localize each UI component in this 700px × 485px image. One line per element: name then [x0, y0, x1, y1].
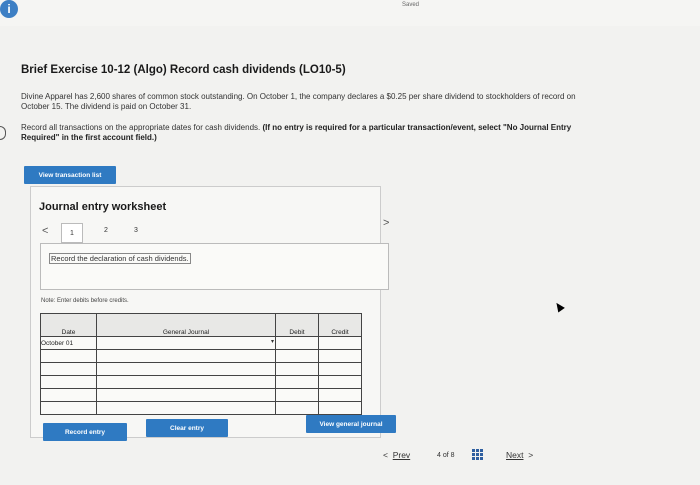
table-row [40, 362, 362, 376]
table-row: October 01 ▾ [40, 336, 362, 350]
column-header-general-journal: General Journal [96, 313, 276, 337]
debit-field[interactable] [275, 362, 319, 376]
tab-2[interactable]: 2 [104, 227, 108, 234]
info-icon[interactable]: i [0, 0, 18, 18]
account-select[interactable]: ▾ [96, 336, 276, 350]
top-bar [0, 0, 700, 26]
tab-3[interactable]: 3 [134, 227, 138, 234]
column-header-debit: Debit [275, 313, 319, 337]
credit-field[interactable] [318, 349, 362, 363]
journal-table: Date General Journal Debit Credit Octobe… [40, 313, 362, 415]
account-select[interactable] [96, 375, 276, 389]
chevron-right-icon[interactable]: > [383, 217, 389, 229]
instruction-box [40, 243, 389, 290]
chevron-down-icon[interactable]: ▾ [271, 338, 274, 345]
page-indicator: 4 of 8 [437, 452, 455, 459]
instructions-plain: Record all transactions on the appropria… [21, 123, 263, 132]
page-total: 8 [450, 452, 455, 459]
chevron-left-icon[interactable]: < [42, 225, 48, 237]
table-row [40, 388, 362, 402]
chevron-right-icon: > [528, 450, 534, 460]
mouse-cursor-icon [553, 300, 565, 313]
column-header-date: Date [40, 313, 97, 337]
worksheet-title: Journal entry worksheet [39, 201, 167, 213]
credit-field[interactable] [318, 401, 362, 415]
question-marker-icon [0, 126, 6, 140]
date-field[interactable] [40, 349, 97, 363]
table-row [40, 349, 362, 363]
date-field[interactable] [40, 375, 97, 389]
date-field[interactable] [40, 388, 97, 402]
page-of: of [442, 452, 449, 459]
account-select[interactable] [96, 349, 276, 363]
next-button[interactable]: Next > [506, 450, 533, 460]
credit-field[interactable] [318, 336, 362, 350]
column-header-credit: Credit [318, 313, 362, 337]
saved-status: Saved [402, 2, 420, 8]
view-transaction-list-button[interactable]: View transaction list [24, 166, 116, 184]
account-select[interactable] [96, 388, 276, 402]
debit-field[interactable] [275, 336, 319, 350]
record-entry-button[interactable]: Record entry [43, 423, 127, 441]
prev-label: Prev [392, 450, 411, 460]
credit-field[interactable] [318, 388, 362, 402]
account-select[interactable] [96, 362, 276, 376]
worksheet-instruction: Record the declaration of cash dividends… [49, 253, 191, 264]
exercise-title: Brief Exercise 10-12 (Algo) Record cash … [21, 64, 346, 76]
table-row [40, 375, 362, 389]
clear-entry-button[interactable]: Clear entry [146, 419, 228, 437]
debit-field[interactable] [275, 375, 319, 389]
worksheet-note: Note: Enter debits before credits. [41, 298, 129, 304]
prev-button[interactable]: < Prev [383, 450, 410, 460]
page-current: 4 [437, 452, 441, 459]
exercise-description: Divine Apparel has 2,600 shares of commo… [21, 92, 576, 111]
debit-field[interactable] [275, 388, 319, 402]
table-row [40, 401, 362, 415]
credit-field[interactable] [318, 362, 362, 376]
view-general-journal-button[interactable]: View general journal [306, 415, 396, 433]
grid-icon[interactable] [472, 449, 483, 460]
credit-field[interactable] [318, 375, 362, 389]
date-field[interactable] [40, 401, 97, 415]
exercise-instructions: Record all transactions on the appropria… [21, 123, 581, 143]
next-label: Next [506, 450, 524, 460]
tab-1[interactable]: 1 [61, 223, 83, 243]
account-select[interactable] [96, 401, 276, 415]
debit-field[interactable] [275, 401, 319, 415]
debit-field[interactable] [275, 349, 319, 363]
chevron-left-icon: < [383, 450, 388, 460]
date-field[interactable]: October 01 [40, 336, 97, 350]
date-field[interactable] [40, 362, 97, 376]
